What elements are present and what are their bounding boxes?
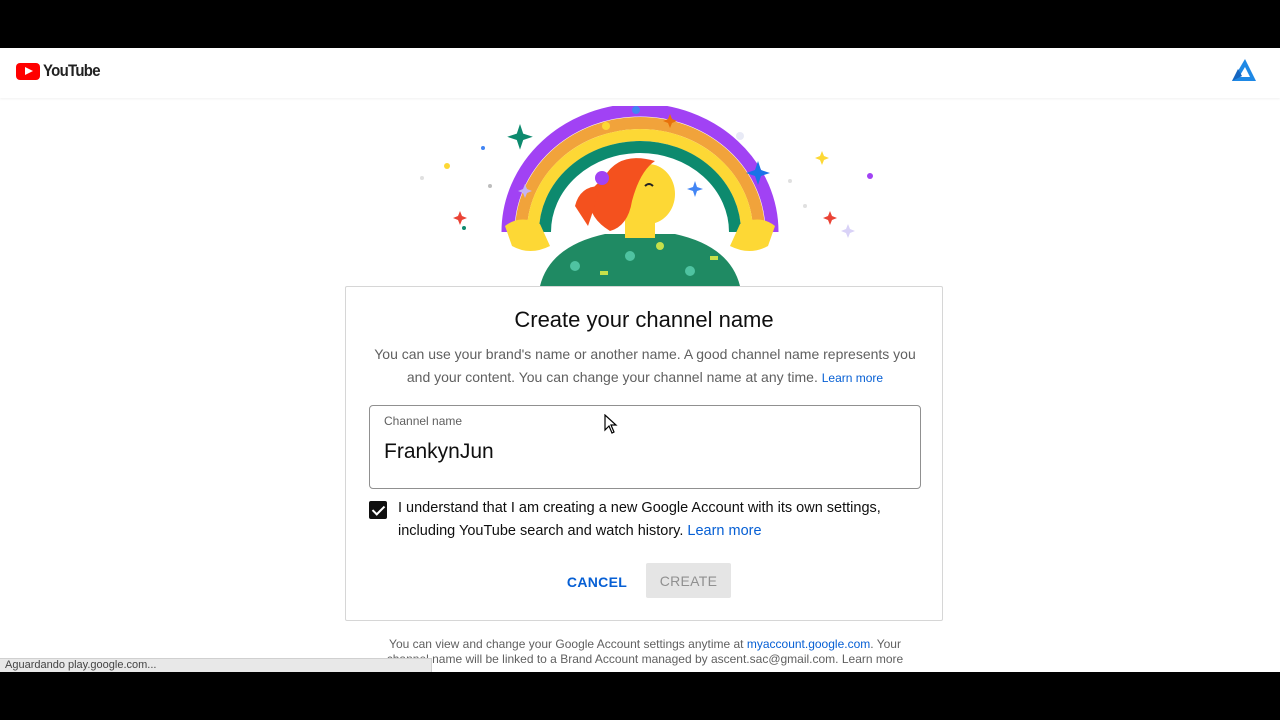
channel-badge-icon[interactable] — [1228, 56, 1258, 86]
card-description: You can use your brand's name or another… — [368, 343, 922, 390]
description-learn-more-link[interactable]: Learn more — [822, 371, 883, 385]
youtube-play-icon — [16, 62, 40, 80]
mouse-cursor-icon — [604, 414, 618, 434]
channel-name-field[interactable]: Channel name — [369, 405, 921, 489]
footer-learn-more-link[interactable]: Learn more — [842, 652, 903, 666]
top-bar: YouTube — [0, 48, 1280, 98]
card-title: Create your channel name — [514, 307, 774, 332]
consent-label: I understand that I am creating a new Go… — [398, 500, 881, 539]
create-button[interactable]: CREATE — [646, 563, 731, 598]
consent-checkbox[interactable] — [369, 501, 387, 519]
cancel-button[interactable]: CANCEL — [562, 565, 632, 599]
myaccount-link[interactable]: myaccount.google.com — [747, 637, 870, 651]
channel-name-input[interactable] — [384, 440, 904, 464]
browser-status-bar: Aguardando play.google.com... — [0, 658, 432, 672]
rainbow-person-illustration — [420, 106, 873, 286]
logo-text: YouTube — [43, 61, 101, 80]
consent-learn-more-link[interactable]: Learn more — [687, 523, 761, 539]
channel-name-label: Channel name — [384, 414, 463, 428]
consent-text: I understand that I am creating a new Go… — [398, 497, 918, 543]
page: YouTube Create your channel name You can… — [0, 48, 1280, 672]
create-channel-card: Create your channel name You can use you… — [345, 286, 943, 621]
youtube-logo[interactable]: YouTube — [16, 61, 108, 81]
footer-note: You can view and change your Google Acco… — [380, 637, 910, 667]
footer-text-1: You can view and change your Google Acco… — [389, 637, 744, 651]
